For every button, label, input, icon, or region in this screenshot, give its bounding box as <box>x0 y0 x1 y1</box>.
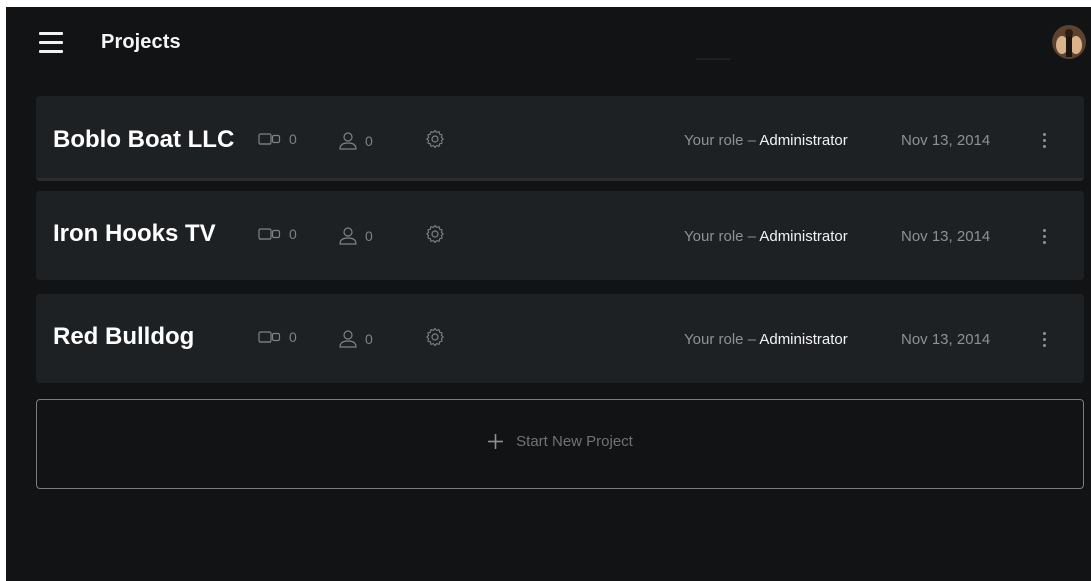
project-role: Your role – Administrator <box>684 331 848 348</box>
camera-count-value: 0 <box>289 329 297 345</box>
top-bar: Projects <box>6 7 1091 79</box>
hamburger-menu-icon[interactable] <box>39 32 63 53</box>
user-count-value: 0 <box>365 331 373 347</box>
user-icon <box>339 330 357 348</box>
project-name[interactable]: Red Bulldog <box>53 323 194 351</box>
project-name[interactable]: Boblo Boat LLC <box>53 126 234 154</box>
role-value: Administrator <box>759 228 848 245</box>
user-count-value: 0 <box>365 228 373 244</box>
camera-icon <box>258 133 281 145</box>
more-options-icon[interactable] <box>1034 226 1054 250</box>
role-label: Your role – <box>684 228 760 245</box>
project-row[interactable]: Iron Hooks TV 0 0 Your role – Administra… <box>36 191 1084 280</box>
role-value: Administrator <box>759 132 848 149</box>
project-role: Your role – Administrator <box>684 132 848 149</box>
user-icon <box>339 227 357 245</box>
plus-icon <box>488 434 504 449</box>
camera-count-value: 0 <box>289 226 297 242</box>
user-count-value: 0 <box>365 133 373 149</box>
project-date: Nov 13, 2014 <box>901 228 991 245</box>
camera-count: 0 <box>258 329 297 345</box>
project-row[interactable]: Red Bulldog 0 0 Your role – Administrato… <box>36 294 1084 383</box>
project-row[interactable]: Boblo Boat LLC 0 0 Your role – Administr… <box>36 96 1084 181</box>
user-avatar[interactable] <box>1052 25 1086 59</box>
user-count: 0 <box>338 131 373 151</box>
project-name[interactable]: Iron Hooks TV <box>53 220 216 248</box>
role-label: Your role – <box>684 331 760 348</box>
camera-count: 0 <box>258 131 297 147</box>
user-count: 0 <box>338 329 373 349</box>
settings-gear-icon[interactable] <box>425 129 445 149</box>
camera-count: 0 <box>258 226 297 242</box>
start-new-project-label: Start New Project <box>516 433 633 450</box>
header-divider <box>696 58 731 60</box>
app-window: Projects Boblo Boat LLC 0 0 Your role – … <box>6 7 1091 581</box>
page-title: Projects <box>101 31 181 53</box>
role-value: Administrator <box>759 331 848 348</box>
start-new-project-button[interactable]: Start New Project <box>36 399 1084 489</box>
settings-gear-icon[interactable] <box>425 224 445 244</box>
more-options-icon[interactable] <box>1034 329 1054 353</box>
project-date: Nov 13, 2014 <box>901 132 991 149</box>
role-label: Your role – <box>684 132 760 149</box>
camera-icon <box>258 331 281 343</box>
camera-count-value: 0 <box>289 131 297 147</box>
settings-gear-icon[interactable] <box>425 327 445 347</box>
more-options-icon[interactable] <box>1034 130 1054 154</box>
project-date: Nov 13, 2014 <box>901 331 991 348</box>
project-role: Your role – Administrator <box>684 228 848 245</box>
camera-icon <box>258 228 281 240</box>
user-icon <box>339 132 357 150</box>
start-new-project-content: Start New Project <box>37 433 1083 450</box>
user-count: 0 <box>338 226 373 246</box>
